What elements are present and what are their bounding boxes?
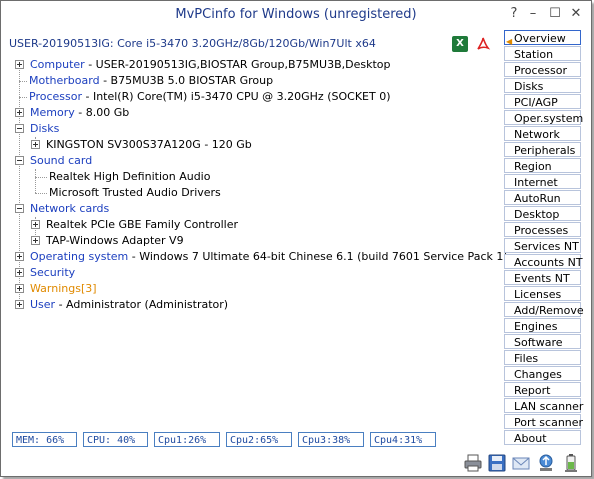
sidebar-item-software[interactable]: Software — [504, 334, 581, 349]
collapse-icon[interactable] — [15, 203, 24, 213]
tree-value-net-2: TAP-Windows Adapter V9 — [46, 234, 184, 247]
printer-icon[interactable] — [463, 453, 483, 473]
tree-item-network[interactable]: Network cards — [15, 201, 109, 216]
window-title: MvPCinfo for Windows (unregistered) — [175, 7, 417, 22]
tree-label-os: Operating system — [30, 250, 129, 263]
tree-value-user: - Administrator (Administrator) — [58, 298, 229, 311]
sidebar-item-report[interactable]: Report — [504, 382, 581, 397]
help-button[interactable]: ? — [506, 5, 522, 23]
sidebar-item-files[interactable]: Files — [504, 350, 581, 365]
tree-item-processor[interactable]: Processor - Intel(R) Core(TM) i5-3470 CP… — [29, 89, 391, 104]
tree-item-computer[interactable]: Computer - USER-20190513IG,BIOSTAR Group… — [15, 57, 391, 72]
save-icon[interactable] — [487, 453, 507, 473]
sidebar-item-station[interactable]: Station — [504, 46, 581, 61]
tree-item-memory[interactable]: Memory - 8.00 Gb — [15, 105, 129, 120]
upload-icon[interactable] — [536, 453, 556, 473]
sidebar-item-region[interactable]: Region — [504, 158, 581, 173]
collapse-icon[interactable] — [15, 155, 24, 165]
collapse-icon[interactable] — [15, 123, 24, 133]
status-mem: MEM: 66% — [12, 432, 77, 447]
status-cpu4: Cpu4:31% — [370, 432, 436, 447]
tree-value-memory: - 8.00 Gb — [78, 106, 130, 119]
status-cpu: CPU: 40% — [83, 432, 148, 447]
expand-icon[interactable] — [15, 267, 24, 277]
status-cpu2: Cpu2:65% — [226, 432, 292, 447]
tree-label-security: Security — [30, 266, 76, 279]
sidebar-item-about[interactable]: About — [504, 430, 581, 445]
tree-label-warnings: Warnings[3] — [30, 282, 97, 295]
excel-export-icon[interactable]: X — [452, 36, 468, 52]
tree-value-motherboard: - B75MU3B 5.0 BIOSTAR Group — [103, 74, 274, 87]
tree-value-sound-1: Realtek High Definition Audio — [49, 170, 211, 183]
battery-icon[interactable] — [561, 453, 581, 473]
sidebar-item-peripherals[interactable]: Peripherals — [504, 142, 581, 157]
tree-item-disk-1[interactable]: KINGSTON SV300S37A120G - 120 Gb — [31, 137, 252, 152]
email-icon[interactable] — [511, 453, 531, 473]
tree-label-network: Network cards — [30, 202, 110, 215]
sidebar-item-network[interactable]: Network — [504, 126, 581, 141]
sidebar-item-processes[interactable]: Processes — [504, 222, 581, 237]
sidebar-item-lan-scanner[interactable]: LAN scanner — [504, 398, 583, 413]
tree-item-motherboard[interactable]: Motherboard - B75MU3B 5.0 BIOSTAR Group — [29, 73, 273, 88]
tree-item-sound-2[interactable]: Microsoft Trusted Audio Drivers — [49, 185, 221, 200]
sidebar-item-accounts-nt[interactable]: Accounts NT — [504, 254, 583, 269]
status-cpu1: Cpu1:26% — [154, 432, 220, 447]
title-bar: MvPCinfo for Windows (unregistered) ? – … — [1, 1, 591, 29]
tree-label-user: User — [30, 298, 56, 311]
status-cpu3: Cpu3:38% — [298, 432, 364, 447]
close-button[interactable]: ✕ — [568, 5, 584, 23]
tree-label-processor: Processor — [29, 90, 82, 103]
tree-item-net-2[interactable]: TAP-Windows Adapter V9 — [31, 233, 184, 248]
pdf-export-icon[interactable] — [475, 36, 491, 52]
sidebar-item-port-scanner[interactable]: Port scanner — [504, 414, 583, 429]
sidebar-item-changes[interactable]: Changes — [504, 366, 581, 381]
sidebar-item-disks[interactable]: Disks — [504, 78, 581, 93]
tree-value-os: - Windows 7 Ultimate 64-bit Chinese 6.1 … — [131, 250, 508, 263]
sidebar-item-events-nt[interactable]: Events NT — [504, 270, 581, 285]
tree-label-motherboard: Motherboard — [29, 74, 100, 87]
tree-value-disk-1: KINGSTON SV300S37A120G - 120 Gb — [46, 138, 252, 151]
expand-icon[interactable] — [31, 219, 40, 229]
tree-item-os[interactable]: Operating system - Windows 7 Ultimate 64… — [15, 249, 508, 264]
tree-item-warnings[interactable]: Warnings[3] — [15, 281, 97, 296]
tree-item-sound-1[interactable]: Realtek High Definition Audio — [49, 169, 210, 184]
tree-value-sound-2: Microsoft Trusted Audio Drivers — [49, 186, 221, 199]
expand-icon[interactable] — [15, 251, 24, 261]
tree-item-security[interactable]: Security — [15, 265, 75, 280]
tree-item-sound[interactable]: Sound card — [15, 153, 92, 168]
tree-label-disks: Disks — [30, 122, 60, 135]
sidebar-item-pci-agp[interactable]: PCI/AGP — [504, 94, 581, 109]
sidebar-item-overview[interactable]: ◀ Overview — [504, 30, 581, 46]
minimize-button[interactable]: – — [525, 5, 541, 23]
sidebar-item-processor[interactable]: Processor — [504, 62, 581, 77]
main-window: MvPCinfo for Windows (unregistered) ? – … — [0, 0, 592, 477]
sidebar-item-add-remove[interactable]: Add/Remove — [504, 302, 584, 317]
sidebar-item-oper-system[interactable]: Oper.system — [504, 110, 583, 125]
sidebar-item-engines[interactable]: Engines — [504, 318, 581, 333]
tree-value-net-1: Realtek PCIe GBE Family Controller — [46, 218, 239, 231]
expand-icon[interactable] — [15, 107, 24, 117]
maximize-button[interactable]: ☐ — [547, 5, 563, 23]
tree-label-sound: Sound card — [30, 154, 93, 167]
tree-value-processor: - Intel(R) Core(TM) i5-3470 CPU @ 3.20GH… — [85, 90, 391, 103]
tree-item-net-1[interactable]: Realtek PCIe GBE Family Controller — [31, 217, 238, 232]
tree-label-memory: Memory — [30, 106, 75, 119]
sidebar-item-autorun[interactable]: AutoRun — [504, 190, 581, 205]
sidebar-item-licenses[interactable]: Licenses — [504, 286, 581, 301]
expand-icon[interactable] — [31, 235, 40, 245]
tree-label-computer: Computer — [30, 58, 85, 71]
sidebar-item-desktop[interactable]: Desktop — [504, 206, 581, 221]
tree-value-computer: - USER-20190513IG,BIOSTAR Group,B75MU3B,… — [88, 58, 391, 71]
tree-item-disks[interactable]: Disks — [15, 121, 59, 136]
expand-icon[interactable] — [15, 299, 24, 309]
sidebar-item-internet[interactable]: Internet — [504, 174, 581, 189]
expand-icon[interactable] — [15, 59, 24, 69]
expand-icon[interactable] — [31, 139, 40, 149]
system-summary: USER-20190513IG: Core i5-3470 3.20GHz/8G… — [9, 37, 376, 50]
expand-icon[interactable] — [15, 283, 24, 293]
tree-item-user[interactable]: User - Administrator (Administrator) — [15, 297, 228, 312]
sidebar-item-services-nt[interactable]: Services NT — [504, 238, 581, 253]
